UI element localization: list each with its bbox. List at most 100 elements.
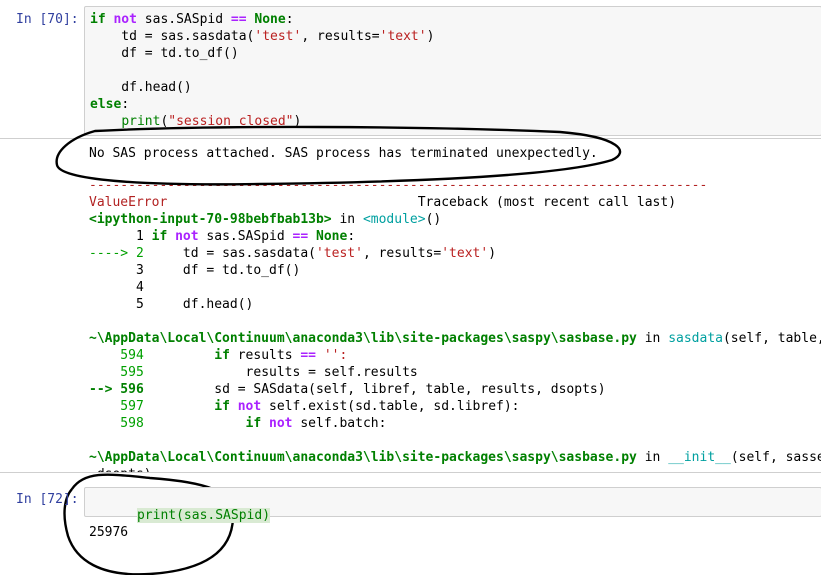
traceback-line-token: 3 df = td.to_df() bbox=[89, 263, 301, 278]
traceback-line-token: sas.SASpid bbox=[198, 229, 293, 244]
traceback-line-token bbox=[316, 348, 324, 363]
traceback-line: ~\AppData\Local\Continuum\anaconda3\lib\… bbox=[89, 449, 821, 466]
traceback-line: ~\AppData\Local\Continuum\anaconda3\lib\… bbox=[89, 330, 821, 347]
cell-70[interactable]: In [70]: if not sas.SASpid == None: td =… bbox=[0, 0, 821, 138]
code-line-token: else bbox=[90, 97, 122, 112]
traceback-line: 597 if not self.exist(sd.table, sd.libre… bbox=[89, 398, 520, 415]
traceback-line-token: Traceback (most recent call last) bbox=[167, 195, 677, 210]
traceback-line-token: td = sas.sasdata( bbox=[143, 246, 316, 261]
traceback-line: 598 if not self.batch: bbox=[89, 415, 386, 432]
traceback-line-token: , results= bbox=[362, 246, 442, 261]
traceback-line-token bbox=[144, 399, 214, 414]
code-line-token: 'test' bbox=[254, 29, 302, 44]
traceback-line: ----> 2 td = sas.sasdata('test', results… bbox=[89, 245, 496, 262]
traceback-line-token: results bbox=[229, 348, 301, 363]
traceback-line-token: : bbox=[347, 229, 356, 244]
traceback-line-token: in bbox=[636, 331, 669, 346]
code-line-token: None bbox=[254, 12, 286, 27]
traceback-line: 3 df = td.to_df() bbox=[89, 262, 300, 279]
traceback-line-token: ----> 2 bbox=[89, 246, 144, 261]
traceback-line-token: 'text' bbox=[441, 246, 489, 261]
traceback-line-token: if bbox=[245, 416, 262, 431]
traceback-line-token: 1 bbox=[89, 229, 152, 244]
traceback-line-token: not bbox=[175, 229, 199, 244]
traceback-line-token: ~\AppData\Local\Continuum\anaconda3\lib\… bbox=[89, 450, 637, 465]
cell-70-output: No SAS process attached. SAS process has… bbox=[0, 140, 821, 472]
code-line-token: not bbox=[113, 12, 137, 27]
code-line-token: , results= bbox=[301, 29, 380, 44]
code-line-token: : bbox=[121, 97, 130, 112]
code-line-token: if bbox=[90, 12, 106, 27]
traceback-line-token bbox=[144, 416, 246, 431]
traceback-line-token: if bbox=[214, 399, 230, 414]
code-line: df.head() bbox=[90, 79, 192, 96]
code-line-token bbox=[90, 114, 121, 129]
cell-70-prompt: In [70]: bbox=[16, 12, 79, 27]
code-line-token: ) bbox=[426, 29, 435, 44]
traceback-line-token: 5 df.head() bbox=[89, 297, 254, 312]
code-line-token: td = sas.sasdata( bbox=[90, 29, 255, 44]
code-line-token: 'text' bbox=[379, 29, 427, 44]
traceback-line-token: (self, sasses bbox=[730, 450, 821, 465]
traceback-line-token bbox=[261, 416, 269, 431]
traceback-line-token: <module> bbox=[362, 212, 426, 227]
code-line-token: df = td.to_df() bbox=[90, 46, 239, 61]
traceback-line-token: sasdata bbox=[668, 331, 723, 346]
traceback-line-token: sd = SASdata(self, libref, table, result… bbox=[143, 382, 606, 397]
traceback-line-token: 598 bbox=[89, 416, 144, 431]
traceback-line-token: ValueError bbox=[89, 195, 168, 210]
traceback-line: 595 results = self.results bbox=[89, 364, 418, 381]
traceback-line: 4 bbox=[89, 279, 144, 296]
traceback-line-token: results = self.results bbox=[143, 365, 418, 380]
cell-72-output: 25976 bbox=[89, 525, 129, 540]
code-line-token: == bbox=[230, 12, 247, 27]
traceback-line-token: 597 bbox=[89, 399, 144, 414]
code-line-token: df.head() bbox=[90, 80, 192, 95]
code-line-token: "session closed" bbox=[168, 114, 294, 129]
traceback-line-token bbox=[230, 399, 238, 414]
traceback-line-token: None bbox=[316, 229, 348, 244]
traceback-line: 594 if results == '': bbox=[89, 347, 347, 364]
cell-72-prompt: In [72]: bbox=[16, 492, 79, 507]
stderr-message: No SAS process attached. SAS process has… bbox=[89, 146, 598, 161]
traceback-line: ----------------------------------------… bbox=[89, 177, 707, 194]
cell-72[interactable]: In [72]: print(sas.SASpid) 25976 bbox=[0, 474, 821, 575]
traceback-line-token: self.exist(sd.table, sd.libref): bbox=[261, 399, 520, 414]
code-line: df = td.to_df() bbox=[90, 45, 239, 62]
traceback-line-token: 595 bbox=[89, 365, 144, 380]
traceback-line-token bbox=[167, 229, 175, 244]
cell-70-code-editor[interactable]: if not sas.SASpid == None: td = sas.sasd… bbox=[84, 6, 821, 136]
traceback-line-token: in bbox=[331, 212, 363, 227]
traceback-line-token: ----------------------------------------… bbox=[89, 178, 708, 193]
traceback-line: 5 df.head() bbox=[89, 296, 253, 313]
traceback-line-token: not bbox=[269, 416, 293, 431]
traceback-line-token: 4 bbox=[89, 280, 144, 295]
traceback-line-token bbox=[308, 229, 316, 244]
traceback-line-token: ) bbox=[488, 246, 497, 261]
traceback-line-token bbox=[144, 348, 214, 363]
traceback-line-token: (self, table, bbox=[722, 331, 821, 346]
code-line: else: bbox=[90, 96, 129, 113]
code-line: print("session closed") bbox=[90, 113, 301, 130]
code-line-token: print bbox=[121, 114, 161, 129]
traceback-line-token: __init__ bbox=[668, 450, 731, 465]
traceback-line-token: 594 bbox=[89, 348, 144, 363]
cell-72-code-editor[interactable]: print(sas.SASpid) bbox=[84, 487, 821, 523]
traceback-line: 1 if not sas.SASpid == None: bbox=[89, 228, 355, 245]
traceback-line-token: == bbox=[292, 229, 309, 244]
code-line-token: ) bbox=[293, 114, 302, 129]
code-line: if not sas.SASpid == None: bbox=[90, 11, 294, 28]
traceback-line-token: '': bbox=[323, 348, 348, 363]
traceback-line-token: if bbox=[214, 348, 230, 363]
traceback-line: <ipython-input-70-98bebfbab13b> in <modu… bbox=[89, 211, 441, 228]
traceback-line-token: 'test' bbox=[315, 246, 363, 261]
traceback-line-token: == bbox=[300, 348, 317, 363]
code-line: td = sas.sasdata('test', results='text') bbox=[90, 28, 434, 45]
traceback-line-token: <ipython-input-70-98bebfbab13b> bbox=[89, 212, 332, 227]
traceback-line-token: in bbox=[636, 450, 669, 465]
code-line-token: : bbox=[285, 12, 294, 27]
cell-72-code-text: print(sas.SASpid) bbox=[136, 508, 271, 523]
traceback-line: --> 596 sd = SASdata(self, libref, table… bbox=[89, 381, 606, 398]
code-line-token: sas.SASpid bbox=[136, 12, 231, 27]
traceback-line-token: --> 596 bbox=[89, 382, 144, 397]
